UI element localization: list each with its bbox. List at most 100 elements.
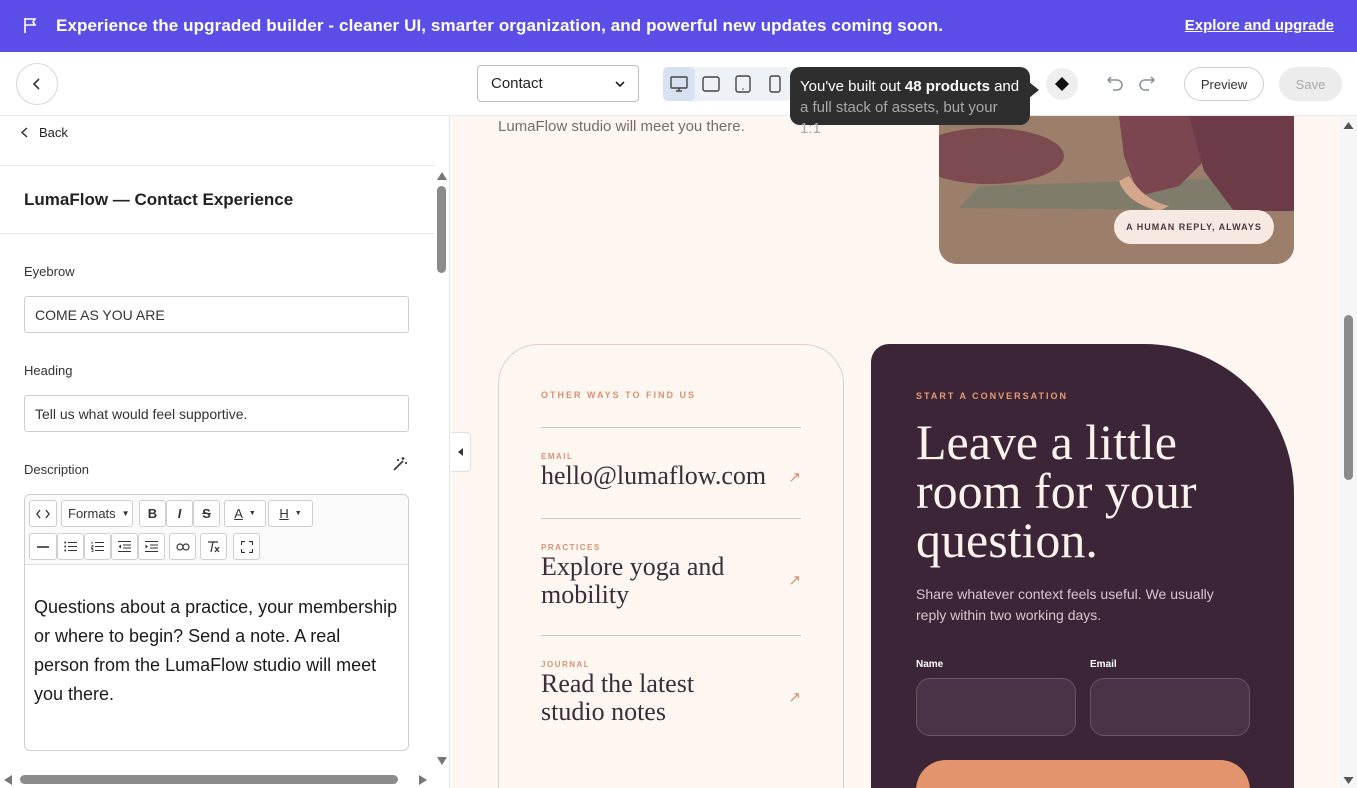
info-item-value: Explore yoga and mobility: [541, 552, 725, 609]
bold-icon: B: [147, 506, 158, 521]
scroll-right-arrow-icon: [419, 775, 427, 785]
form-heading: Leave a little room for your question.: [916, 414, 1197, 568]
photo-badge: A HUMAN REPLY, ALWAYS: [1114, 210, 1274, 244]
contact-form-card: START A CONVERSATION Leave a little room…: [871, 344, 1294, 788]
rich-text-editor: Formats ▼ B I S A ▼ H ▼ Questions about …: [24, 494, 409, 751]
link-icon: [175, 542, 190, 551]
divider: [0, 233, 434, 234]
eyebrow-input[interactable]: COME AS YOU ARE: [24, 296, 409, 333]
info-item-label: EMAIL: [541, 452, 574, 461]
bullet-list-button[interactable]: [57, 533, 84, 560]
preview-button[interactable]: Preview: [1184, 67, 1264, 101]
explore-upgrade-link[interactable]: Explore and upgrade: [1185, 17, 1334, 34]
scroll-up-arrow-icon: [437, 172, 447, 180]
text-color-icon: A: [234, 506, 243, 521]
arrow-up-right-icon: ↗: [788, 689, 801, 706]
save-button[interactable]: Save: [1279, 67, 1342, 101]
email-label: Email: [1090, 659, 1117, 670]
mobile-view-button[interactable]: [759, 67, 791, 101]
magic-wand-icon[interactable]: [392, 456, 408, 472]
intro-description: LumaFlow studio will meet you there.: [498, 118, 745, 135]
tooltip-prefix: You've built out: [800, 78, 905, 95]
info-item-journal[interactable]: JOURNAL Read the latest studio notes ↗: [541, 635, 801, 752]
chevron-down-icon: [615, 80, 625, 87]
formats-label: Formats: [68, 506, 116, 521]
formats-dropdown[interactable]: Formats ▼: [61, 500, 133, 527]
info-item-label: JOURNAL: [541, 660, 591, 669]
chevron-left-icon: [20, 127, 28, 138]
tooltip-line2: a full stack of assets, but your 1:1: [800, 99, 998, 137]
scroll-thumb[interactable]: [437, 186, 446, 273]
desktop-icon: [670, 76, 688, 92]
settings-sidebar: Back LumaFlow — Contact Experience Eyebr…: [0, 116, 450, 788]
scroll-down-arrow-icon: [1343, 777, 1354, 784]
tablet-landscape-view-button[interactable]: [695, 67, 727, 101]
arrow-up-right-icon: ↗: [788, 572, 801, 589]
numbered-list-icon: [91, 541, 104, 552]
fullscreen-button[interactable]: [233, 533, 260, 560]
back-link[interactable]: Back: [20, 125, 68, 140]
bold-button[interactable]: B: [139, 500, 166, 527]
flag-icon: [24, 18, 37, 33]
tooltip-bold: 48 products: [904, 78, 990, 95]
caret-left-icon: [457, 448, 463, 456]
tablet-portrait-view-button[interactable]: [727, 67, 759, 101]
product-tooltip: You've built out 48 products and a full …: [790, 67, 1039, 137]
diamond-icon: [1055, 77, 1069, 91]
scroll-up-arrow-icon: [1343, 122, 1354, 129]
page-preview-canvas: LumaFlow studio will meet you there. A H…: [451, 116, 1340, 788]
italic-icon: I: [177, 506, 182, 521]
form-description: Share whatever context feels useful. We …: [916, 586, 1214, 623]
scroll-down-arrow-icon: [437, 757, 447, 765]
info-item-email[interactable]: EMAIL hello@lumaflow.com ↗: [541, 427, 801, 519]
page-select-value: Contact: [491, 75, 543, 92]
sidebar-vertical-scrollbar[interactable]: [434, 168, 449, 768]
divider: [0, 165, 434, 166]
highlight-button[interactable]: H ▼: [268, 500, 313, 527]
tooltip-suffix: and: [989, 78, 1020, 95]
scroll-thumb[interactable]: [1344, 315, 1353, 480]
link-button[interactable]: [169, 533, 196, 560]
caret-down-icon: ▼: [294, 510, 302, 517]
submit-button[interactable]: [916, 760, 1250, 788]
horizontal-rule-button[interactable]: [29, 533, 57, 560]
name-label: Name: [916, 659, 944, 670]
editor-content[interactable]: Questions about a practice, your members…: [25, 565, 408, 709]
ai-assistant-button[interactable]: [1046, 68, 1078, 100]
redo-icon[interactable]: [1138, 75, 1156, 91]
indent-button[interactable]: [138, 533, 165, 560]
heading-label: Heading: [24, 363, 73, 378]
info-item-value: Read the latest studio notes: [541, 669, 695, 726]
outdent-button[interactable]: [111, 533, 138, 560]
section-title: LumaFlow — Contact Experience: [24, 190, 294, 209]
editor-toolbar: Formats ▼ B I S A ▼ H ▼: [25, 495, 408, 565]
strikethrough-button[interactable]: S: [193, 500, 220, 527]
collapse-sidebar-button[interactable]: [451, 432, 471, 472]
undo-icon[interactable]: [1106, 75, 1124, 91]
email-input[interactable]: [1090, 678, 1250, 736]
eyebrow-label: Eyebrow: [24, 264, 75, 279]
page-select[interactable]: Contact: [477, 65, 639, 102]
scroll-left-arrow-icon: [4, 775, 12, 785]
desktop-view-button[interactable]: [663, 67, 695, 101]
text-color-button[interactable]: A ▼: [224, 500, 266, 527]
sidebar-horizontal-scrollbar[interactable]: [0, 772, 434, 788]
scroll-thumb[interactable]: [20, 775, 398, 784]
heading-input[interactable]: Tell us what would feel supportive.: [24, 395, 409, 432]
name-input[interactable]: [916, 678, 1076, 736]
info-item-practices[interactable]: PRACTICES Explore yoga and mobility ↗: [541, 518, 801, 635]
contact-info-card: OTHER WAYS TO FIND US EMAIL hello@lumafl…: [498, 344, 844, 788]
source-code-button[interactable]: [29, 500, 57, 527]
arrow-up-right-icon: ↗: [788, 469, 801, 486]
canvas-scrollbar[interactable]: [1340, 116, 1357, 788]
tablet-landscape-icon: [702, 76, 720, 92]
fullscreen-icon: [240, 540, 253, 553]
form-eyebrow: START A CONVERSATION: [916, 391, 1068, 401]
info-item-value: hello@lumaflow.com: [541, 461, 767, 490]
numbered-list-button[interactable]: [84, 533, 111, 560]
chevron-left-icon: [32, 78, 40, 90]
clear-format-button[interactable]: [200, 533, 227, 560]
italic-button[interactable]: I: [166, 500, 193, 527]
mobile-icon: [769, 75, 781, 93]
exit-button[interactable]: [16, 63, 58, 105]
